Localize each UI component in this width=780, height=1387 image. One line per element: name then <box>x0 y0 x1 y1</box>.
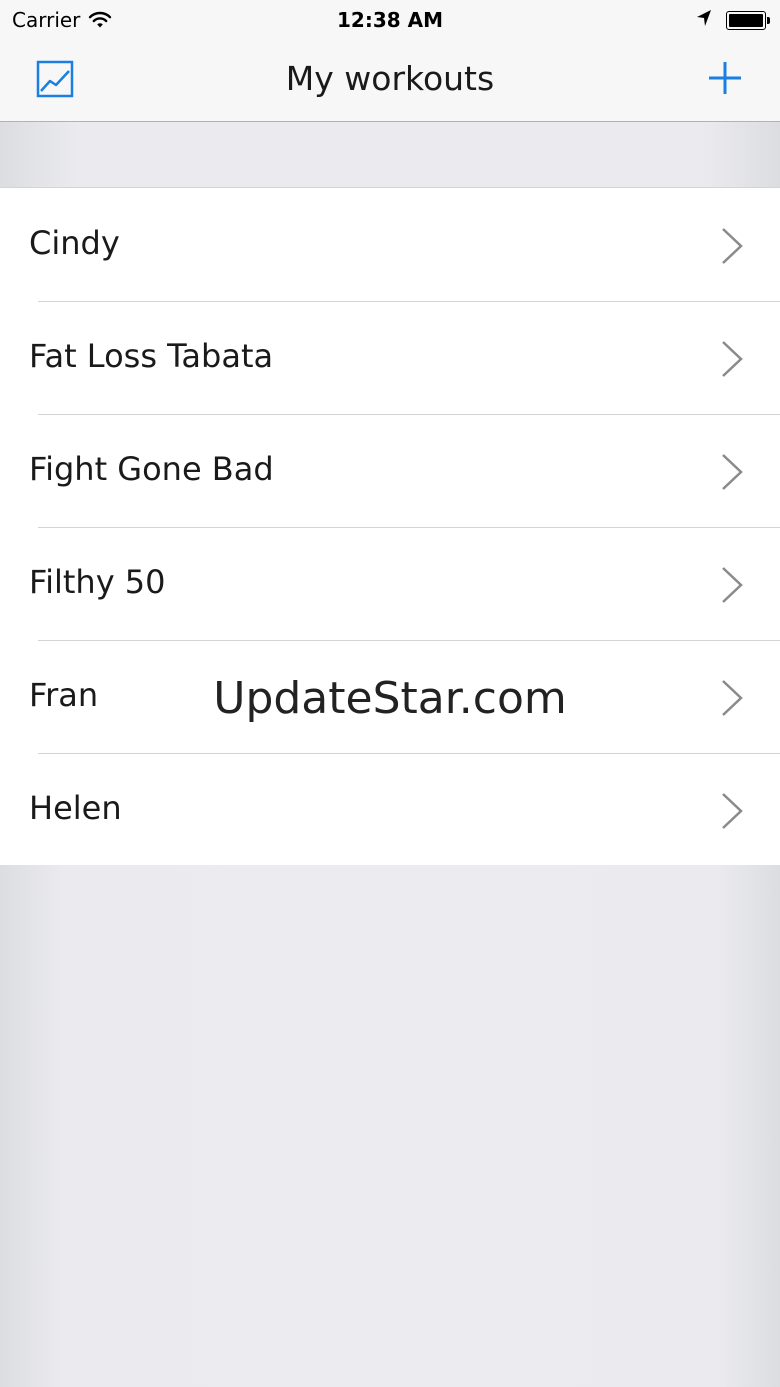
battery-icon <box>726 10 770 30</box>
status-time: 12:38 AM <box>336 8 443 32</box>
workout-row-filthy-50[interactable]: Filthy 50 <box>0 527 780 640</box>
workout-name: Helen <box>29 789 122 827</box>
chevron-right-icon <box>720 565 744 605</box>
chevron-right-icon <box>720 339 744 379</box>
empty-background <box>0 865 780 1387</box>
section-header-gap <box>0 122 780 187</box>
workout-name: Filthy 50 <box>29 563 166 601</box>
status-right <box>696 9 770 31</box>
workout-name: Fran <box>29 676 99 714</box>
workout-row-helen[interactable]: Helen <box>0 753 780 866</box>
add-workout-button[interactable] <box>706 59 744 97</box>
page-title: My workouts <box>285 59 495 98</box>
workout-name: Cindy <box>29 224 120 262</box>
location-arrow-icon <box>696 9 712 31</box>
workout-name: Fight Gone Bad <box>29 450 274 488</box>
chevron-right-icon <box>720 678 744 718</box>
workout-name: Fat Loss Tabata <box>29 337 274 375</box>
plus-icon <box>706 62 744 101</box>
status-bar: Carrier 12:38 AM <box>0 0 780 40</box>
workout-row-fight-gone-bad[interactable]: Fight Gone Bad <box>0 414 780 527</box>
workouts-list: Cindy Fat Loss Tabata Fight Gone Bad Fil… <box>0 187 780 867</box>
workout-row-fat-loss-tabata[interactable]: Fat Loss Tabata <box>0 301 780 414</box>
chevron-right-icon <box>720 791 744 831</box>
chevron-right-icon <box>720 226 744 266</box>
workout-row-fran[interactable]: Fran <box>0 640 780 753</box>
chevron-right-icon <box>720 452 744 492</box>
navigation-bar: My workouts <box>0 40 780 122</box>
workout-row-cindy[interactable]: Cindy <box>0 188 780 301</box>
